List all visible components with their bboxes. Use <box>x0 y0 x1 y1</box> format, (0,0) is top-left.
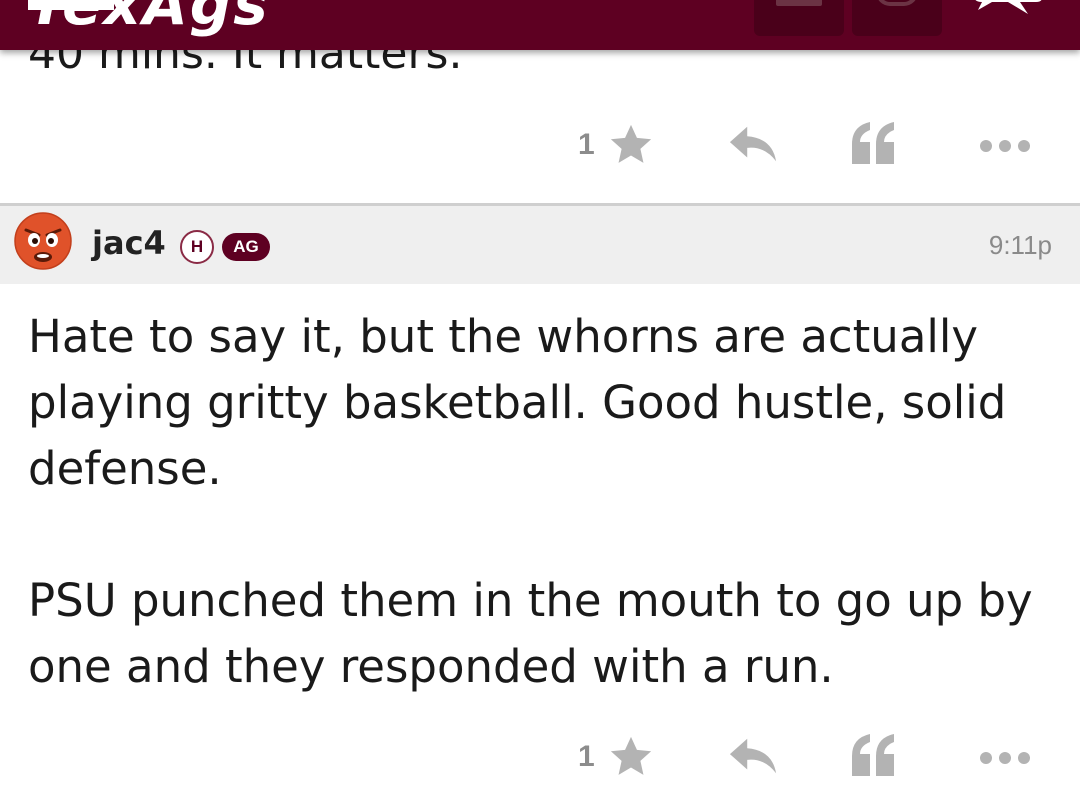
reply-icon[interactable] <box>728 124 778 164</box>
badge-ag: AG <box>222 233 270 261</box>
menu-button[interactable] <box>754 0 844 36</box>
badge-h: H <box>180 230 214 264</box>
quote-icon[interactable] <box>850 732 898 776</box>
post-timestamp[interactable]: 9:11p <box>989 230 1052 261</box>
post-header: jac4 H AG 9:11p <box>0 206 1080 284</box>
previous-post-actions: 1 <box>0 120 1080 170</box>
star-icon[interactable] <box>608 734 654 780</box>
chat-icon[interactable] <box>970 0 1044 16</box>
search-icon <box>876 0 918 6</box>
post-paragraph: PSU punched them in the mouth to go up b… <box>28 574 1033 693</box>
angry-face-avatar[interactable] <box>14 212 72 270</box>
star-count: 1 <box>578 128 595 161</box>
star-icon[interactable] <box>608 122 654 168</box>
post-actions: 1 <box>0 732 1080 782</box>
post-paragraph: Hate to say it, but the whorns are actua… <box>28 310 1007 495</box>
site-logo[interactable]: TexAgs <box>28 0 270 38</box>
top-app-bar: TexAgs <box>0 0 1080 50</box>
more-icon[interactable] <box>978 736 1032 776</box>
more-icon[interactable] <box>978 124 1032 164</box>
quote-icon[interactable] <box>850 120 898 164</box>
reply-icon[interactable] <box>728 736 778 776</box>
menu-icon <box>776 0 822 6</box>
star-count: 1 <box>578 740 595 773</box>
search-button[interactable] <box>852 0 942 36</box>
username[interactable]: jac4 <box>92 224 166 262</box>
post-body: Hate to say it, but the whorns are actua… <box>28 304 1058 700</box>
